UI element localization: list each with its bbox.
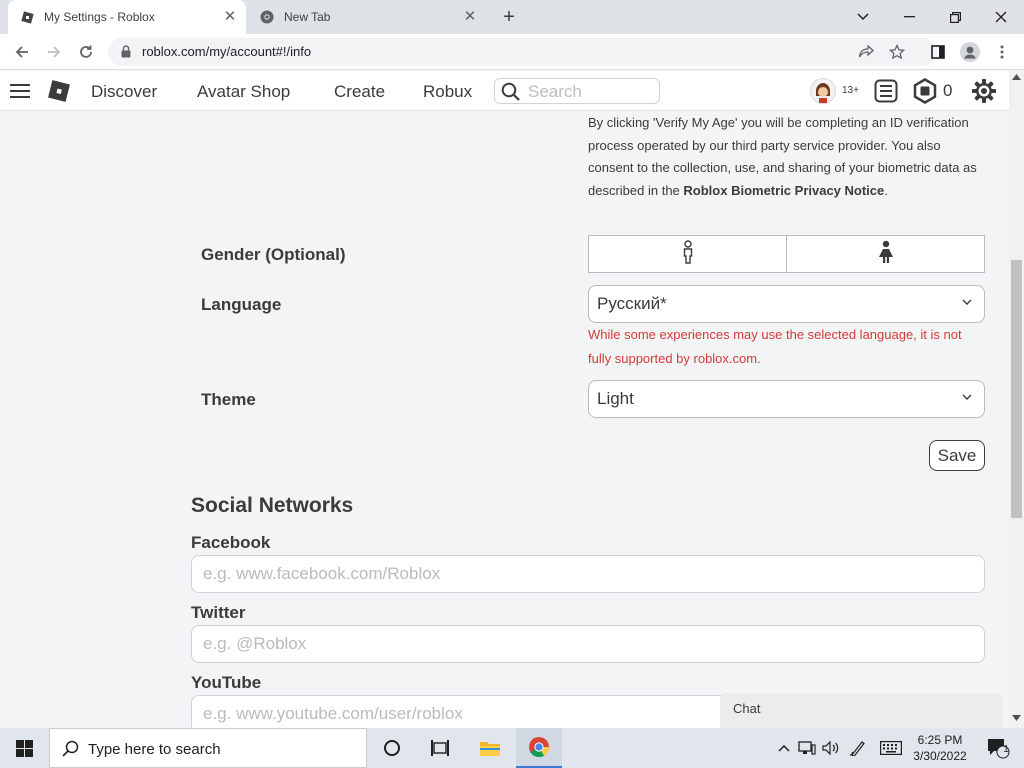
theme-selected: Light <box>597 389 634 408</box>
file-explorer-icon[interactable] <box>468 728 512 768</box>
search-input[interactable]: Search <box>494 78 660 104</box>
chrome-icon <box>260 10 274 24</box>
nav-avatar-shop[interactable]: Avatar Shop <box>197 82 290 102</box>
close-tab-icon[interactable]: ✕ <box>222 9 238 25</box>
reload-button[interactable] <box>74 40 98 64</box>
restore-button[interactable] <box>932 0 978 34</box>
hamburger-menu-icon[interactable] <box>10 83 30 104</box>
gender-female-button[interactable] <box>788 236 984 272</box>
theme-label: Theme <box>201 390 256 409</box>
twitter-label: Twitter <box>191 603 246 622</box>
minimize-button[interactable] <box>886 0 932 34</box>
taskbar-search[interactable]: Type here to search <box>49 728 367 768</box>
gender-label: Gender (Optional) <box>201 245 346 264</box>
gender-toggle <box>588 235 985 273</box>
facebook-field[interactable] <box>191 555 985 593</box>
network-icon[interactable] <box>796 728 818 768</box>
save-button[interactable]: Save <box>929 440 985 471</box>
facebook-label: Facebook <box>191 533 271 552</box>
nav-create[interactable]: Create <box>334 82 385 102</box>
back-button[interactable] <box>10 40 34 64</box>
chat-bar[interactable]: Chat <box>720 693 1003 728</box>
notifications-icon[interactable] <box>874 79 898 108</box>
chat-label: Chat <box>733 701 761 716</box>
scroll-up-icon[interactable] <box>1012 74 1021 80</box>
windows-start-icon[interactable] <box>0 728 48 768</box>
profile-avatar[interactable] <box>958 40 982 64</box>
side-panel-icon[interactable] <box>926 40 950 64</box>
youtube-label: YouTube <box>191 673 262 692</box>
facebook-input[interactable] <box>203 564 963 584</box>
scrollbar-thumb[interactable] <box>1011 260 1022 518</box>
gender-male-button[interactable] <box>589 236 787 272</box>
social-networks-heading: Social Networks <box>191 494 354 517</box>
male-icon <box>681 239 695 269</box>
cortana-icon[interactable] <box>370 728 414 768</box>
taskbar-search-placeholder: Type here to search <box>88 741 221 758</box>
browser-tab-strip: My Settings - Roblox ✕ New Tab ✕ + <box>0 0 1024 34</box>
keyboard-icon[interactable] <box>876 728 906 768</box>
search-icon <box>501 82 521 107</box>
roblox-logo-icon[interactable] <box>47 79 71 108</box>
user-avatar[interactable] <box>810 78 836 109</box>
task-view-icon[interactable] <box>418 728 462 768</box>
share-icon[interactable] <box>857 43 875 61</box>
tab-my-settings[interactable]: My Settings - Roblox ✕ <box>8 0 246 34</box>
chevron-down-icon <box>962 299 972 305</box>
search-placeholder: Search <box>528 82 582 101</box>
notification-count: 1 <box>1003 744 1009 755</box>
female-icon <box>878 240 894 269</box>
chrome-taskbar-icon[interactable] <box>516 728 562 768</box>
language-selected: Русский* <box>597 294 667 313</box>
scroll-down-icon[interactable] <box>1012 715 1021 721</box>
windows-taskbar: Type here to search 6:25 PM 3/30/2022 1 <box>0 728 1024 768</box>
search-icon <box>62 740 79 761</box>
tab-title: My Settings - Roblox <box>44 10 155 24</box>
forward-button[interactable] <box>42 40 66 64</box>
bookmark-star-icon[interactable] <box>888 43 906 61</box>
new-tab-button[interactable]: + <box>498 7 520 27</box>
age-badge: 13+ <box>842 85 859 96</box>
robux-count: 0 <box>943 81 953 100</box>
clock-date: 3/30/2022 <box>913 749 967 763</box>
show-hidden-icons-chevron-up-icon[interactable] <box>774 728 794 768</box>
roblox-favicon-icon <box>20 10 34 24</box>
tab-title: New Tab <box>284 10 331 24</box>
robux-icon[interactable] <box>912 78 938 109</box>
language-select[interactable]: Русский* <box>588 285 985 323</box>
url-text: roblox.com/my/account#!/info <box>142 44 312 59</box>
nav-robux[interactable]: Robux <box>423 82 472 102</box>
lock-icon[interactable] <box>121 45 131 63</box>
verify-age-notice: By clicking 'Verify My Age' you will be … <box>588 115 977 198</box>
language-warning: While some experiences may use the selec… <box>588 327 962 366</box>
twitter-field[interactable] <box>191 625 985 663</box>
chevron-down-icon <box>962 394 972 400</box>
volume-icon[interactable] <box>820 728 842 768</box>
chrome-menu-icon[interactable] <box>990 40 1014 64</box>
settings-gear-icon[interactable] <box>971 78 997 109</box>
biometric-privacy-link[interactable]: Roblox Biometric Privacy Notice <box>683 183 884 198</box>
address-bar[interactable]: roblox.com/my/account#!/info <box>108 38 938 66</box>
pen-icon[interactable] <box>846 728 870 768</box>
taskbar-clock[interactable]: 6:25 PM 3/30/2022 <box>908 732 972 764</box>
close-window-button[interactable] <box>978 0 1024 34</box>
action-center-icon[interactable]: 1 <box>978 728 1018 768</box>
twitter-input[interactable] <box>203 634 963 654</box>
browser-toolbar: roblox.com/my/account#!/info <box>0 34 1024 70</box>
theme-select[interactable]: Light <box>588 380 985 418</box>
tab-search-icon[interactable] <box>840 0 886 34</box>
close-tab-icon[interactable]: ✕ <box>462 9 478 25</box>
nav-discover[interactable]: Discover <box>91 82 157 102</box>
clock-time: 6:25 PM <box>917 733 963 747</box>
tab-new-tab[interactable]: New Tab ✕ <box>248 0 486 34</box>
language-label: Language <box>201 295 282 314</box>
